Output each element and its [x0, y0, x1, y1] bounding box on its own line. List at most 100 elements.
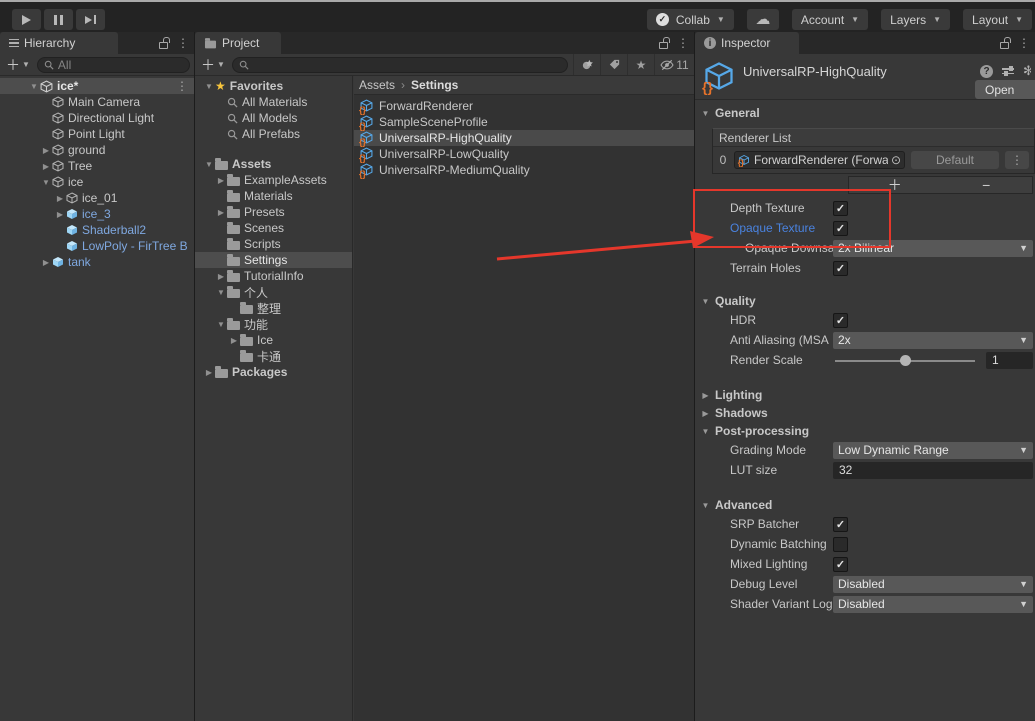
account-dropdown[interactable]: Account ▼ [792, 9, 868, 30]
renderer-object-field[interactable]: {} ForwardRenderer (Forwar ⊙ [734, 151, 905, 169]
hierarchy-item[interactable]: LowPoly - FirTree B [0, 238, 194, 254]
foldout-collapsed-icon[interactable]: ▶ [54, 210, 66, 219]
default-button[interactable]: Default [911, 151, 999, 169]
pause-button[interactable] [44, 9, 73, 30]
tree-item-folder[interactable]: ▼ 个人 [195, 284, 352, 300]
tree-item-folder[interactable]: ▶ Ice [195, 332, 352, 348]
search-by-label-button[interactable] [600, 54, 627, 75]
kebab-menu-icon[interactable]: ⋮ [677, 37, 689, 49]
scene-row[interactable]: ▼ ice* ⋮ [0, 78, 194, 94]
hierarchy-item[interactable]: Main Camera [0, 94, 194, 110]
create-asset-button[interactable]: ＋▼ [199, 55, 227, 75]
layout-dropdown[interactable]: Layout ▼ [963, 9, 1032, 30]
breadcrumb-current[interactable]: Settings [411, 78, 458, 92]
foldout-expanded-icon[interactable]: ▼ [215, 320, 227, 329]
kebab-menu-icon[interactable]: ⋮ [1018, 37, 1030, 49]
foldout-expanded-icon[interactable]: ▼ [203, 160, 215, 169]
section-post-processing[interactable]: ▼ Post-processing [695, 422, 1035, 440]
renderer-options-button[interactable]: ⋮ [1005, 151, 1029, 169]
opaque-texture-checkbox[interactable] [833, 221, 848, 236]
favorites-filter-button[interactable]: ★ [627, 54, 654, 75]
kebab-menu-icon[interactable]: ⋮ [177, 37, 189, 49]
terrain-holes-checkbox[interactable] [833, 261, 848, 276]
project-search-input[interactable] [232, 57, 568, 73]
hierarchy-search-input[interactable]: All [37, 57, 190, 73]
hierarchy-item[interactable]: ▶ Tree [0, 158, 194, 174]
section-quality[interactable]: ▼ Quality [695, 292, 1035, 310]
foldout-collapsed-icon[interactable]: ▶ [40, 258, 52, 267]
opaque-downsample-dropdown[interactable]: 2x Bilinear ▼ [833, 240, 1033, 257]
foldout-collapsed-icon[interactable]: ▶ [203, 368, 215, 377]
tree-item-folder[interactable]: ▶ ExampleAssets [195, 172, 352, 188]
hidden-packages-button[interactable]: 11 [654, 54, 694, 75]
add-object-button[interactable]: ＋▼ [4, 55, 32, 75]
hierarchy-item[interactable]: Point Light [0, 126, 194, 142]
help-icon[interactable]: ? [980, 65, 993, 78]
kebab-menu-icon[interactable]: ⋮ [176, 80, 188, 92]
lock-icon[interactable] [1000, 42, 1009, 49]
tree-item-folder[interactable]: 整理 [195, 300, 352, 316]
tree-item-packages[interactable]: ▶ Packages [195, 364, 352, 380]
tree-item-search[interactable]: All Prefabs [195, 126, 352, 142]
cloud-services-button[interactable]: ☁ [747, 9, 779, 30]
hierarchy-item[interactable]: ▶ tank [0, 254, 194, 270]
lut-size-input[interactable]: 32 [833, 462, 1033, 479]
step-button[interactable] [76, 9, 105, 30]
foldout-expanded-icon[interactable]: ▼ [40, 178, 52, 187]
hierarchy-item[interactable]: ▶ ice_01 [0, 190, 194, 206]
tree-item-search[interactable]: All Materials [195, 94, 352, 110]
grading-mode-dropdown[interactable]: Low Dynamic Range ▼ [833, 442, 1033, 459]
tree-item-favorites[interactable]: ▼ ★ Favorites [195, 78, 352, 94]
section-shadows[interactable]: ▶ Shadows [695, 404, 1035, 422]
msaa-dropdown[interactable]: 2x ▼ [833, 332, 1033, 349]
srp-batcher-checkbox[interactable] [833, 517, 848, 532]
foldout-collapsed-icon[interactable]: ▶ [228, 336, 240, 345]
hdr-checkbox[interactable] [833, 313, 848, 328]
tab-inspector[interactable]: i Inspector [695, 32, 799, 54]
presets-icon[interactable] [1002, 68, 1014, 74]
foldout-collapsed-icon[interactable]: ▶ [215, 272, 227, 281]
tree-item-folder[interactable]: Scripts [195, 236, 352, 252]
asset-file[interactable]: {} UniversalRP-MediumQuality [354, 162, 694, 178]
hierarchy-item[interactable]: ▶ ice_3 [0, 206, 194, 222]
section-lighting[interactable]: ▶ Lighting [695, 386, 1035, 404]
lock-icon[interactable] [159, 42, 168, 49]
foldout-expanded-icon[interactable]: ▼ [28, 82, 40, 91]
open-button[interactable]: Open [975, 80, 1035, 99]
remove-renderer-button[interactable]: − [941, 177, 1033, 193]
asset-file[interactable]: {} UniversalRP-LowQuality [354, 146, 694, 162]
layers-dropdown[interactable]: Layers ▼ [881, 9, 950, 30]
tree-item-folder[interactable]: ▶ TutorialInfo [195, 268, 352, 284]
tree-item-folder[interactable]: ▶ Presets [195, 204, 352, 220]
tree-item-folder-selected[interactable]: Settings [195, 252, 352, 268]
shader-variant-log-dropdown[interactable]: Disabled ▼ [833, 596, 1033, 613]
section-general[interactable]: ▼ General [695, 104, 1035, 122]
section-advanced[interactable]: ▼ Advanced [695, 496, 1035, 514]
tree-item-folder[interactable]: Materials [195, 188, 352, 204]
asset-file-selected[interactable]: {} UniversalRP-HighQuality [354, 130, 694, 146]
foldout-expanded-icon[interactable]: ▼ [215, 288, 227, 297]
tab-project[interactable]: Project [195, 32, 281, 54]
render-scale-value-field[interactable]: 1 [986, 352, 1033, 369]
tree-item-folder[interactable]: ▼ 功能 [195, 316, 352, 332]
collab-dropdown[interactable]: ✓ Collab ▼ [647, 9, 734, 30]
play-button[interactable] [12, 9, 41, 30]
foldout-collapsed-icon[interactable]: ▶ [40, 162, 52, 171]
slider-thumb[interactable] [900, 355, 911, 366]
add-renderer-button[interactable]: ＋ [849, 177, 941, 193]
asset-file[interactable]: {} SampleSceneProfile [354, 114, 694, 130]
foldout-collapsed-icon[interactable]: ▶ [215, 176, 227, 185]
dynamic-batching-checkbox[interactable] [833, 537, 848, 552]
debug-level-dropdown[interactable]: Disabled ▼ [833, 576, 1033, 593]
search-by-type-button[interactable] [573, 54, 600, 75]
mixed-lighting-checkbox[interactable] [833, 557, 848, 572]
hierarchy-item[interactable]: Directional Light [0, 110, 194, 126]
foldout-collapsed-icon[interactable]: ▶ [215, 208, 227, 217]
hierarchy-item[interactable]: Shaderball2 [0, 222, 194, 238]
hierarchy-item[interactable]: ▼ ice [0, 174, 194, 190]
object-picker-icon[interactable]: ⊙ [891, 153, 901, 167]
asset-file[interactable]: {} ForwardRenderer [354, 98, 694, 114]
gear-icon[interactable]: ✻ [1023, 63, 1031, 79]
tab-hierarchy[interactable]: Hierarchy [0, 32, 118, 54]
render-scale-slider[interactable] [833, 352, 979, 369]
